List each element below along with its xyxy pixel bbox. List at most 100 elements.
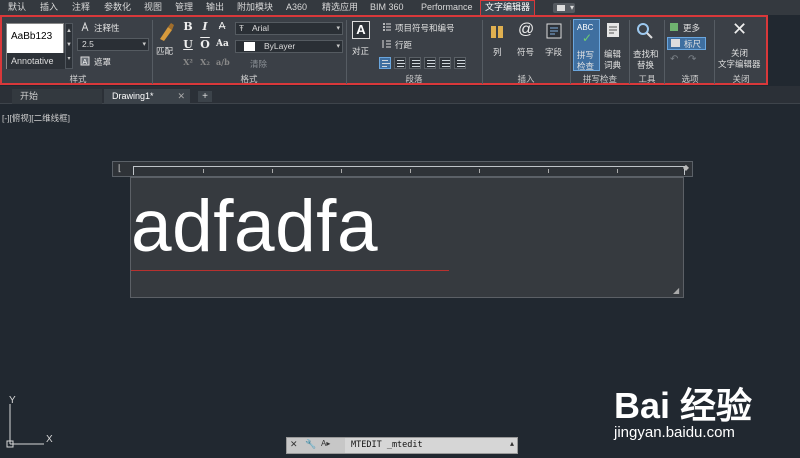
mtext-editor[interactable]: adfadfa ◢ [130, 177, 684, 298]
group-divider [714, 20, 715, 84]
case-button[interactable]: Aa [216, 38, 229, 51]
viewport-controls-label[interactable]: [-][俯视][二维线框] [2, 112, 70, 124]
paragraph-group-label: 段落 [405, 74, 423, 84]
video-dropdown-icon[interactable] [553, 2, 575, 13]
tab-manage[interactable]: 管理 [175, 2, 193, 13]
ruler-tick [203, 169, 204, 173]
spellcheck-underline [131, 270, 449, 271]
tab-drawing1[interactable]: Drawing1* ✕ [104, 89, 190, 104]
edit-dictionary-label-2[interactable]: 词典 [604, 59, 621, 71]
columns-label[interactable]: 列 [493, 46, 502, 58]
superscript-button[interactable]: X² [182, 56, 194, 69]
undo-icon[interactable]: ↶ [670, 54, 678, 65]
more-label[interactable]: 更多 [683, 22, 700, 34]
tab-bim360[interactable]: BIM 360 [370, 2, 404, 13]
distribute-button[interactable] [439, 57, 451, 69]
spell-check-button[interactable]: ABC ✓ 拼写 检查 [573, 19, 600, 71]
fraction-button[interactable]: a/b [216, 56, 230, 69]
ruler-label: 标尺 [684, 39, 702, 49]
truetype-icon: Ŧ [239, 24, 244, 33]
ruler-tick [272, 169, 273, 173]
close-tab-icon[interactable]: ✕ [177, 89, 185, 103]
justify-button[interactable] [424, 57, 436, 69]
ruler-tick [479, 169, 480, 173]
line-spacing-label[interactable]: 行距 [395, 39, 412, 51]
justify-label[interactable]: 对正 [352, 45, 369, 57]
subscript-button[interactable]: X₂ [199, 56, 211, 69]
recent-commands-icon[interactable]: A▸ [321, 439, 330, 448]
svg-text:A: A [83, 59, 88, 66]
bold-button[interactable]: B [182, 20, 194, 33]
clear-label[interactable]: 清除 [250, 58, 267, 70]
text-ruler[interactable]: ⌊ ◆ [112, 161, 693, 177]
tab-output[interactable]: 输出 [206, 2, 224, 13]
group-divider [152, 20, 153, 84]
overline-button[interactable]: O [199, 38, 211, 51]
close-group-label: 关闭 [732, 74, 750, 84]
spell-check-label-2: 检查 [577, 61, 595, 71]
tab-drawing1-label: Drawing1* [112, 91, 154, 101]
tab-parametric[interactable]: 参数化 [104, 2, 131, 13]
color-combo[interactable]: ByLayer ▾ [235, 40, 343, 53]
check-icon: ✓ [582, 31, 593, 45]
command-line[interactable]: ✕ 🔧 A▸ MTEDIT _mtedit ▴ [286, 437, 518, 454]
annotative-label[interactable]: 注释性 [94, 22, 120, 34]
format-group-label: 格式 [240, 74, 258, 84]
group-divider [570, 20, 571, 84]
redo-icon[interactable]: ↷ [688, 54, 696, 65]
font-combo[interactable]: Ŧ Arial ▾ [235, 22, 343, 35]
style-name: Annotative [7, 53, 65, 69]
match-label[interactable]: 匹配 [156, 45, 173, 57]
style-sample-text: AaBb123 [11, 31, 53, 42]
tab-default[interactable]: 默认 [8, 2, 26, 13]
text-height-combo[interactable]: 2.5 ▾ [77, 38, 149, 51]
tab-insert[interactable]: 插入 [40, 2, 58, 13]
tab-annotate[interactable]: 注释 [72, 2, 90, 13]
align-left-button[interactable] [379, 57, 391, 69]
columns-icon [491, 26, 503, 38]
tab-performance[interactable]: Performance [421, 2, 473, 13]
ruler-button[interactable]: 标尺 [667, 37, 706, 50]
field-label[interactable]: 字段 [545, 46, 562, 58]
align-center-button[interactable] [394, 57, 406, 69]
ruler-tick [617, 169, 618, 173]
bullets-label[interactable]: 项目符号和编号 [395, 22, 455, 34]
strikethrough-button[interactable]: A̶ [216, 20, 228, 33]
ruler-width-handle-icon[interactable]: ◆ [683, 163, 689, 172]
close-editor-label-2[interactable]: 文字编辑器 [718, 58, 761, 70]
mask-label[interactable]: 遮罩 [94, 56, 111, 68]
ruler-icon [671, 39, 680, 47]
text-style-gallery[interactable]: AaBb123 Annotative [6, 23, 65, 69]
ribbon-panel: AaBb123 Annotative ▲ ▼ ▾ 注释性 2.5 ▾ A 遮罩 样式 … [0, 15, 768, 85]
settings-icon[interactable]: 🔧 [305, 439, 316, 450]
close-commandline-icon[interactable]: ✕ [290, 439, 298, 450]
paragraph-settings-button[interactable] [454, 57, 466, 69]
baidu-watermark-logo: Bai 经验 [614, 377, 800, 429]
underline-button[interactable]: U [182, 38, 194, 51]
tab-addins[interactable]: 附加模块 [237, 2, 273, 13]
new-tab-button[interactable]: + [198, 91, 212, 102]
tab-start-label: 开始 [20, 91, 39, 101]
command-history-dropdown-icon[interactable]: ▴ [510, 439, 514, 448]
field-icon [546, 23, 562, 39]
tab-start[interactable]: 开始 [12, 89, 102, 104]
find-replace-label-2[interactable]: 替换 [637, 59, 654, 71]
tab-view[interactable]: 视图 [144, 2, 162, 13]
justify-icon[interactable]: A [352, 21, 370, 39]
tab-a360[interactable]: A360 [286, 2, 307, 13]
align-right-button[interactable] [409, 57, 421, 69]
command-line-tools: ✕ 🔧 A▸ [287, 438, 345, 453]
symbol-label[interactable]: 符号 [517, 46, 534, 58]
tab-stop-icon[interactable]: ⌊ [118, 163, 122, 174]
spell-check-group-label: 拼写检查 [582, 74, 617, 84]
find-replace-icon [637, 23, 653, 39]
style-gallery-scroll[interactable]: ▲ ▼ ▾ [65, 23, 73, 69]
italic-button[interactable]: I [199, 20, 211, 33]
match-properties-icon [160, 23, 174, 41]
tab-text-editor[interactable]: 文字编辑器 [480, 0, 536, 15]
mtext-content[interactable]: adfadfa [131, 187, 378, 267]
insert-group-label: 插入 [517, 74, 535, 84]
tab-featured-apps[interactable]: 精选应用 [322, 2, 358, 13]
close-icon[interactable]: ✕ [732, 19, 747, 40]
resize-grip-icon[interactable]: ◢ [673, 287, 681, 295]
